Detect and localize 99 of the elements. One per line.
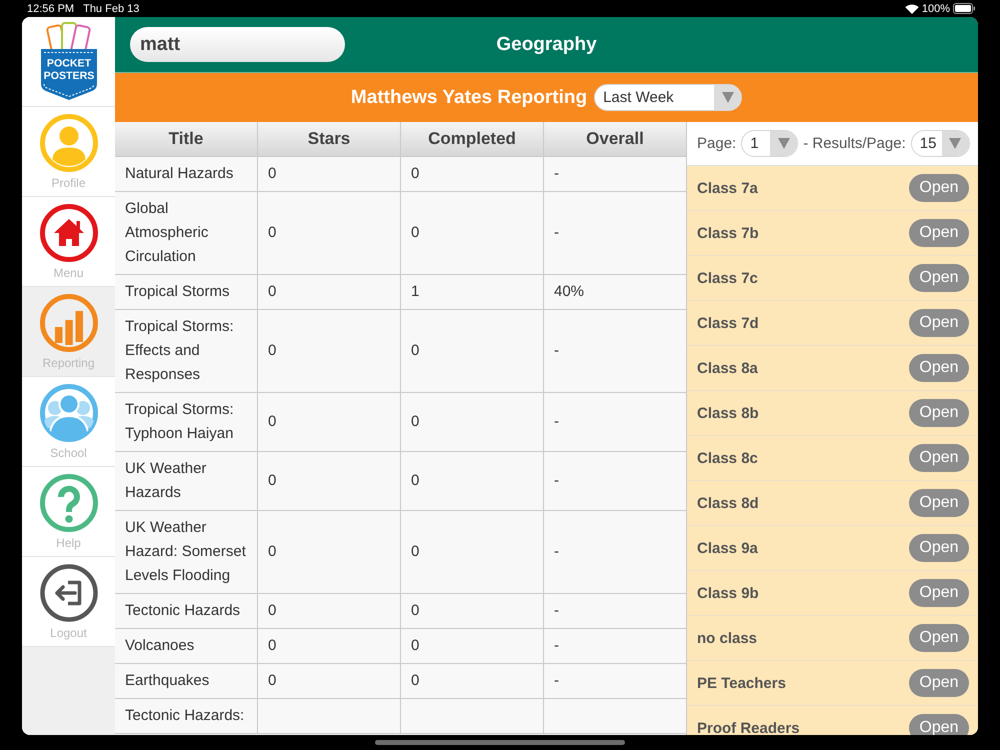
class-name: Class 7a [697,180,758,196]
table-cell: 0 [258,191,400,274]
table-cell: - [544,510,686,593]
table-cell: Tectonic Hazards: [115,698,258,733]
table-cell: Volcanoes [115,628,258,663]
status-date: Thu Feb 13 [83,2,140,14]
table-cell: 0 [400,593,544,628]
open-button[interactable]: Open [909,534,969,562]
table-cell: - [544,628,686,663]
table-cell: 0 [400,392,544,451]
person-icon [40,114,98,172]
table-cell: 0 [400,191,544,274]
home-icon [40,204,98,262]
table-cell: - [544,392,686,451]
table-cell: - [544,191,686,274]
table-cell: Tropical Storms: Effects and Responses [115,309,258,392]
table-cell: Tropical Storms [115,274,258,309]
class-name: Class 7c [697,270,758,286]
period-dropdown[interactable]: Last Week [594,84,742,111]
table-cell: 0 [258,593,400,628]
open-button[interactable]: Open [909,579,969,607]
caret-icon [778,138,790,149]
bar-chart-icon [40,294,98,352]
column-header: Stars [258,122,400,156]
table-cell: 0 [258,274,400,309]
table-cell: 0 [258,156,400,191]
class-name: Class 8c [697,450,758,466]
table-cell: Tropical Storms: Typhoon Haiyan [115,392,258,451]
open-button[interactable]: Open [909,219,969,247]
class-name: Class 8a [697,360,758,376]
table-cell: 0 [400,510,544,593]
open-button[interactable]: Open [909,174,969,202]
table-cell: 1 [400,274,544,309]
open-button[interactable]: Open [909,354,969,382]
sidebar-item[interactable]: Help [22,467,115,557]
table-cell: 0 [258,309,400,392]
table-cell: Tectonic Hazards [115,593,258,628]
class-name: Class 9b [697,584,759,602]
table-cell: - [544,593,686,628]
page-label: Page: [697,135,736,152]
open-button[interactable]: Open [909,444,969,472]
report-title: Matthews Yates Reporting [350,86,588,108]
results-per-page-dropdown[interactable]: 15 [910,130,970,157]
logout-icon [40,564,98,622]
table-cell: - [544,156,686,191]
column-header: Completed [400,122,544,156]
table-cell: Global Atmospheric Circulation [115,191,258,274]
page-dropdown[interactable]: 1 [741,130,798,157]
search-field[interactable]: matt [130,27,345,62]
open-button[interactable]: Open [909,309,969,337]
class-name: Class 9a [697,540,758,556]
table-cell: 0 [258,663,400,698]
question-mark-icon [40,474,98,532]
sidebar-item[interactable]: Logout [22,557,115,647]
people-icon [40,384,98,442]
table-cell: - [544,451,686,510]
battery-icon [953,3,975,14]
open-button[interactable]: Open [909,669,969,697]
open-button[interactable]: Open [909,264,969,292]
wifi-icon [904,4,919,14]
open-button[interactable]: Open [909,399,969,427]
table-cell: 0 [258,628,400,663]
app-logo: POCKET POSTERS [38,22,98,101]
table-cell: 0 [400,628,544,663]
class-name: PE Teachers [697,674,786,692]
sidebar-item[interactable]: Profile [22,107,115,197]
table-cell: 0 [400,663,544,698]
column-header: Title [115,122,258,156]
table-cell: 0 [400,309,544,392]
table-cell: 0 [258,451,400,510]
table-cell: - [544,663,686,698]
class-name: Proof Readers [697,720,800,735]
page-title: Geography [496,34,597,56]
sidebar-item[interactable]: Menu [22,197,115,287]
results-per-page-label: - Results/Page: [803,135,906,152]
table-cell: Earthquakes [115,663,258,698]
column-header: Overall [544,122,686,156]
caret-icon [949,138,962,149]
status-time: 12:56 PM [27,2,74,14]
class-name: Class 8d [697,494,759,512]
sidebar-item[interactable]: School [22,377,115,467]
table-cell: 0 [400,156,544,191]
open-button[interactable]: Open [909,624,969,652]
table-cell: 0 [258,510,400,593]
open-button[interactable]: Open [909,714,969,735]
class-name: Class 7d [697,314,759,332]
table-cell: UK Weather Hazard: Somerset Levels Flooding [115,510,258,593]
open-button[interactable]: Open [909,489,969,517]
table-cell: 0 [258,392,400,451]
table-cell: - [544,309,686,392]
table-cell: 0 [400,451,544,510]
battery-percent: 100% [922,2,950,14]
class-name: Class 8b [697,404,759,422]
table-cell: Natural Hazards [115,156,258,191]
table-cell: UK Weather Hazards [115,451,258,510]
table-cell: 40% [544,274,686,309]
class-name: no class [697,630,758,646]
class-name: Class 7b [697,224,759,242]
caret-icon [722,92,734,103]
